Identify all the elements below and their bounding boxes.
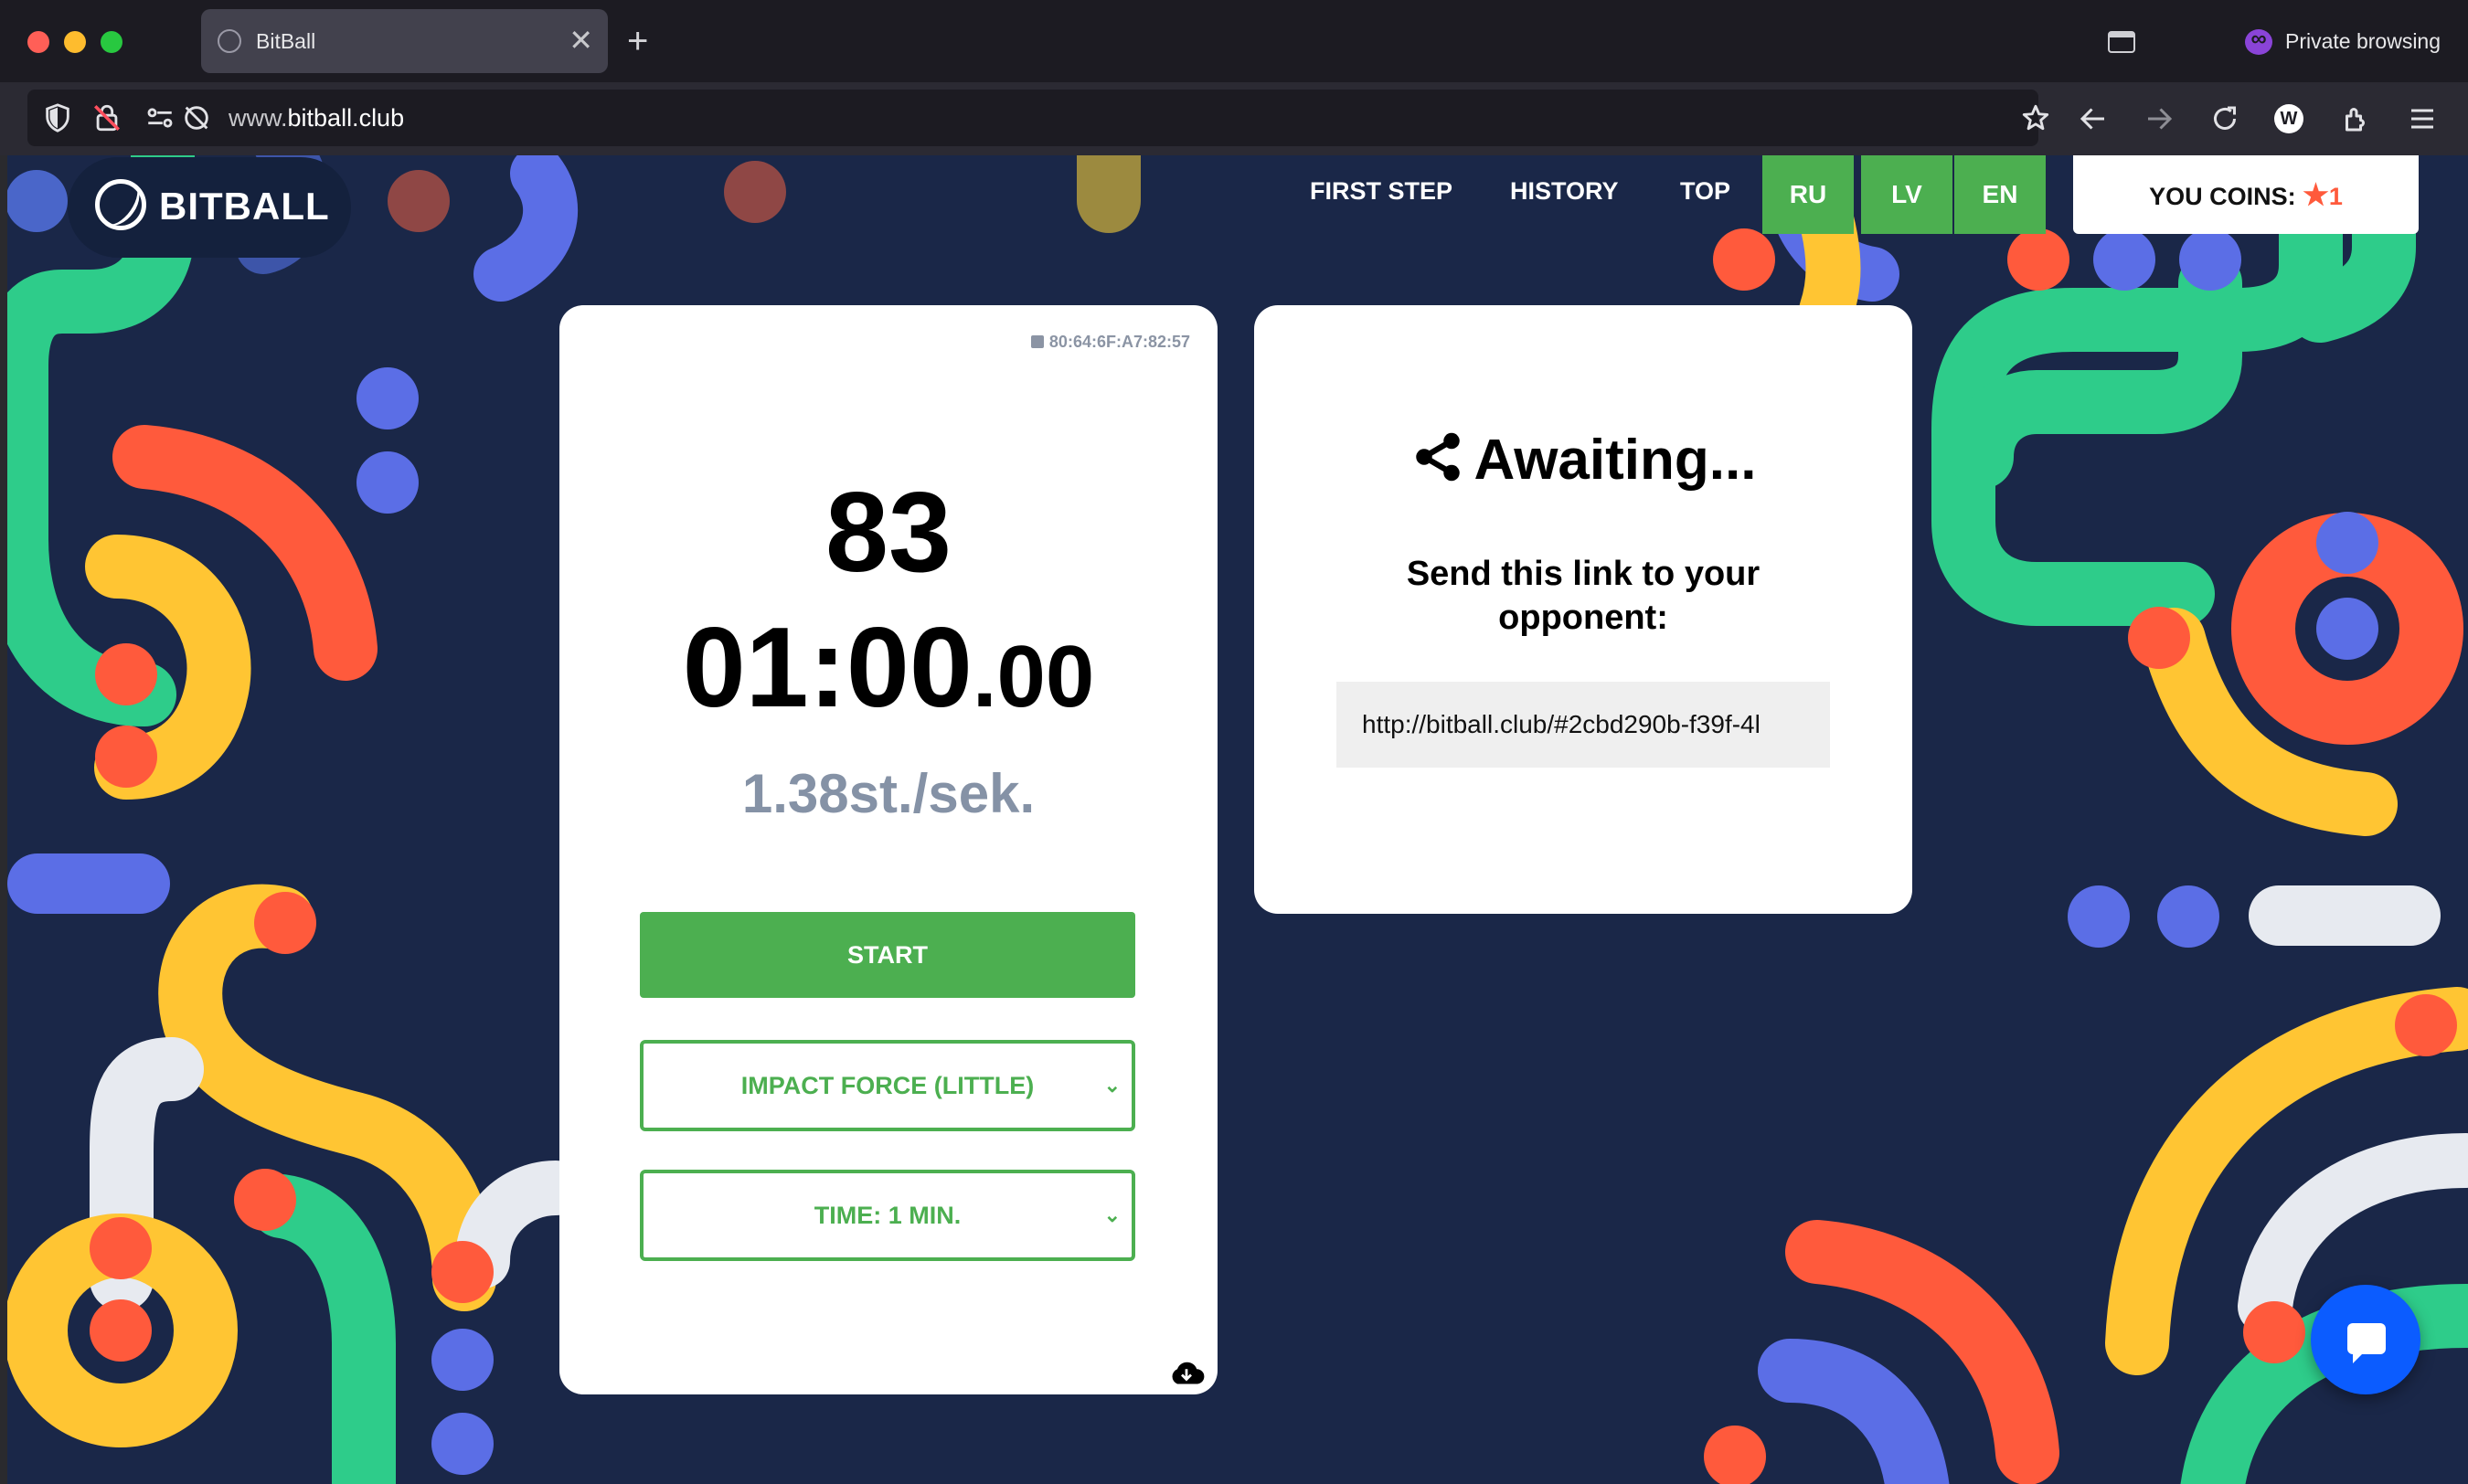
minimize-window-button[interactable] [64,31,86,53]
decorative-background [7,155,2468,1484]
lock-slash-icon[interactable] [91,102,122,133]
forward-icon[interactable] [2143,102,2175,135]
url-bar[interactable]: www.bitball.club [27,90,2049,146]
cloud-download-icon[interactable] [1168,1360,1205,1385]
awaiting-status: Awaiting... [1254,428,1912,493]
device-id: 80:64:6F:A7:82:57 [1030,333,1190,352]
tab-overview-icon[interactable] [2108,31,2135,53]
tab-close-icon[interactable]: ✕ [569,22,593,58]
nav-first-step[interactable]: FIRST STEP [1310,177,1452,206]
awaiting-text: Awaiting... [1473,429,1757,492]
timer: 01:00.00 [559,603,1218,733]
url-host: bitball.club [287,104,405,132]
menu-icon[interactable] [2406,102,2439,135]
back-icon[interactable] [2077,102,2110,135]
star-icon: ★ [2303,178,2329,211]
timer-main: 01:00 [682,605,973,731]
ball-icon [95,179,146,230]
extensions-icon[interactable] [2340,102,2373,135]
time-select[interactable]: TIME: 1 MIN. ⌄ [640,1170,1135,1261]
new-tab-button[interactable]: + [627,16,648,66]
shield-icon[interactable] [42,102,73,133]
browser-toolbar: www.bitball.club W [0,82,2468,155]
browser-tab[interactable]: BitBall ✕ [201,9,608,73]
share-icon [1415,432,1460,482]
device-icon [1030,335,1044,348]
coins-display: YOU COINS: ★1 [2073,155,2419,234]
globe-icon [218,29,241,53]
maximize-window-button[interactable] [101,31,122,53]
bitball-logo[interactable]: BITBALL [68,157,351,258]
url-prefix: www. [229,104,288,132]
close-window-button[interactable] [27,31,49,53]
coins-value: 1 [2328,183,2343,210]
invite-link-field[interactable]: http://bitball.club/#2cbd290b-f39f-4l [1336,682,1830,768]
browser-tab-strip: BitBall ✕ + Private browsing [0,0,2468,82]
impact-force-select[interactable]: IMPACT FORCE (LITTLE) ⌄ [640,1040,1135,1131]
nav-top[interactable]: TOP [1680,177,1730,206]
device-id-text: 80:64:6F:A7:82:57 [1048,333,1190,351]
lang-lv-button[interactable]: LV [1861,155,1952,234]
send-link-instruction: Send this link to your opponent: [1406,555,1761,637]
start-button[interactable]: START [640,912,1135,998]
logo-text: BITBALL [159,185,330,228]
private-browsing-label: Private browsing [2285,29,2441,53]
chat-button[interactable] [2311,1285,2420,1394]
timer-ms: .00 [972,628,1095,726]
nav-history[interactable]: HISTORY [1510,177,1619,206]
impact-force-label: IMPACT FORCE (LITTLE) [740,1072,1035,1099]
bookmark-star-icon[interactable] [2020,102,2051,133]
permissions-icon[interactable] [144,102,176,133]
tracking-off-icon[interactable] [181,102,212,133]
url-text[interactable]: www.bitball.club [229,104,404,132]
account-icon[interactable]: W [2274,104,2303,133]
chevron-down-icon: ⌄ [1103,1074,1121,1097]
game-card: 80:64:6F:A7:82:57 83 01:00.00 1.38st./se… [559,305,1218,1394]
private-mask-icon [2245,26,2272,55]
reload-icon[interactable] [2208,102,2241,135]
score-value: 83 [825,470,952,596]
bitball-page: BITBALL FIRST STEP HISTORY TOP RU LV EN … [7,155,2468,1484]
lang-en-button[interactable]: EN [1954,155,2046,234]
time-label: TIME: 1 MIN. [814,1202,962,1229]
coins-label: YOU COINS: [2149,183,2296,210]
tab-title: BitBall [256,29,316,53]
rate-value: 1.38st./sek. [741,763,1036,824]
lang-ru-button[interactable]: RU [1762,155,1854,234]
invite-card: Awaiting... Send this link to your oppon… [1254,305,1912,914]
chevron-down-icon: ⌄ [1103,1203,1121,1226]
chat-bubble-icon [2347,1323,2386,1363]
